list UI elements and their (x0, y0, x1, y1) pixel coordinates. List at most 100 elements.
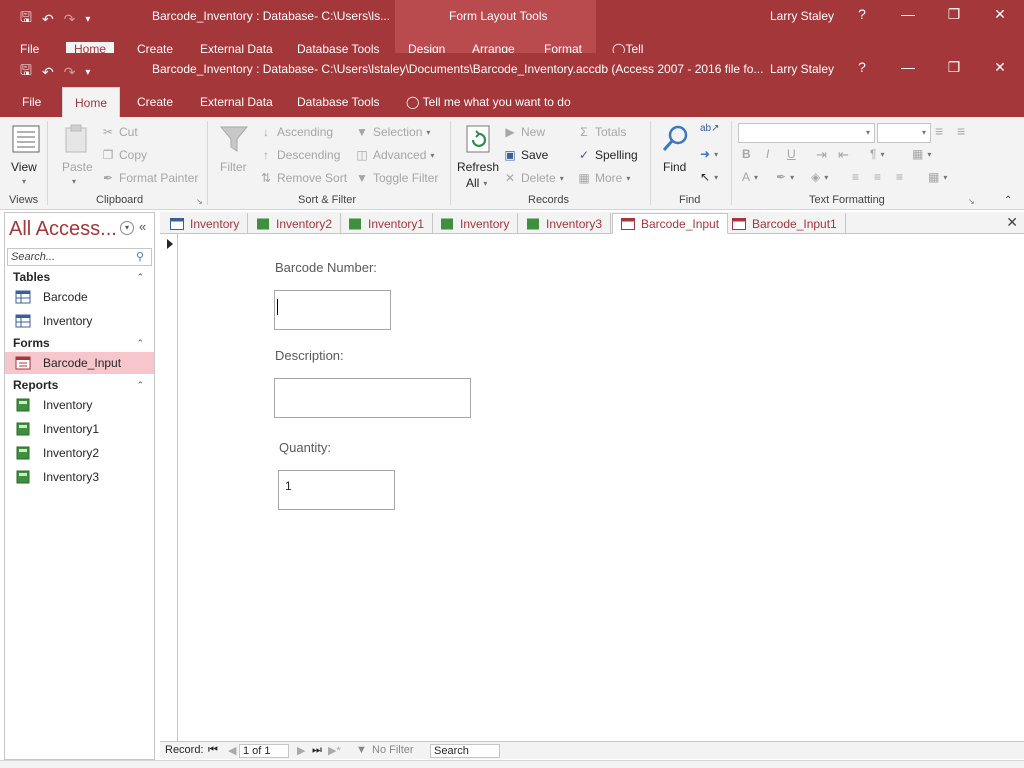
italic-button[interactable]: I (766, 147, 769, 161)
redo-icon[interactable]: ↷ (64, 11, 76, 28)
spelling-button[interactable]: ✓ Spelling (577, 148, 638, 162)
search-icon[interactable]: ⚲ (136, 250, 144, 263)
tell-me-box[interactable]: ◯ Tell me what you want to do (406, 95, 571, 109)
nav-item-form-barcode-input[interactable]: Barcode_Input (5, 352, 154, 374)
filter-button[interactable]: Filter (220, 160, 247, 174)
collapse-category-icon[interactable]: ⌃ (136, 272, 144, 283)
align-center-button[interactable]: ≡ (874, 170, 881, 184)
ascending-button[interactable]: ↓ Ascending (259, 125, 333, 139)
tab-dbtools-back[interactable]: Database Tools (297, 42, 380, 53)
user-name[interactable]: Larry Staley (770, 62, 834, 76)
tab-arrange-back[interactable]: Arrange (472, 42, 515, 53)
save-record-button[interactable]: ▣ Save (503, 148, 548, 162)
record-search-input[interactable]: Search (430, 744, 500, 758)
save-icon[interactable]: 🖫 (20, 7, 32, 31)
help-icon[interactable]: ? (852, 6, 872, 22)
new-record-button[interactable]: ▶ New (503, 125, 545, 139)
previous-record-icon[interactable]: ◀ (228, 744, 236, 757)
save-icon[interactable]: 🖫 (20, 60, 32, 84)
first-record-icon[interactable]: ⏮ (208, 744, 218, 757)
minimize-icon[interactable]: — (898, 59, 918, 75)
new-record-nav-icon[interactable]: ▶* (328, 744, 341, 757)
doc-tab-table-inventory[interactable]: Inventory (162, 213, 249, 234)
minimize-icon[interactable]: — (898, 6, 918, 22)
nav-search-input[interactable]: Search... (7, 248, 152, 266)
undo-icon[interactable]: ↶ (42, 11, 54, 28)
view-dropdown-icon[interactable]: ▾ (22, 177, 26, 186)
underline-button[interactable]: U (787, 147, 796, 161)
nav-item-report-inventory1[interactable]: Inventory1 (5, 418, 154, 440)
help-icon[interactable]: ? (852, 59, 872, 75)
doc-tab-report-inventory[interactable]: Inventory (432, 213, 519, 234)
tab-create-back[interactable]: Create (137, 42, 173, 53)
tab-database-tools[interactable]: Database Tools (297, 95, 380, 109)
shutter-bar-icon[interactable]: « (139, 219, 146, 234)
nav-pane-header[interactable]: All Access... (9, 218, 117, 241)
tab-home[interactable]: Home (62, 87, 121, 117)
toggle-filter-button[interactable]: ▼ Toggle Filter (355, 171, 438, 185)
nav-item-table-barcode[interactable]: Barcode (5, 286, 154, 308)
collapse-category-icon[interactable]: ⌃ (136, 380, 144, 391)
nav-item-report-inventory3[interactable]: Inventory3 (5, 466, 154, 488)
undo-icon[interactable]: ↶ (42, 64, 54, 81)
gridlines-button[interactable]: ▦ ▾ (912, 147, 931, 161)
tab-external-data[interactable]: External Data (200, 95, 273, 109)
doc-tab-report-inventory1[interactable]: Inventory1 (340, 213, 434, 234)
bold-button[interactable]: B (742, 147, 751, 161)
restore-icon[interactable]: ❐ (944, 6, 964, 23)
view-button[interactable]: View (11, 160, 37, 174)
description-input[interactable] (274, 378, 471, 418)
numbering-button[interactable]: ≡ (957, 123, 965, 139)
tab-external-back[interactable]: External Data (200, 42, 273, 53)
copy-button[interactable]: ❐ Copy (101, 148, 147, 162)
nav-menu-chevron-icon[interactable]: ▾ (120, 221, 134, 235)
close-icon[interactable]: ✕ (990, 59, 1010, 76)
align-right-button[interactable]: ≡ (896, 170, 903, 184)
next-record-icon[interactable]: ▶ (297, 744, 305, 757)
doc-tab-form-barcode-input[interactable]: Barcode_Input (612, 213, 729, 234)
highlight-button[interactable]: ✒ ▾ (776, 170, 794, 184)
redo-icon[interactable]: ↷ (64, 64, 76, 81)
tab-create[interactable]: Create (137, 95, 173, 109)
paste-button[interactable]: Paste (62, 160, 93, 174)
font-size-combo[interactable]: ▾ (877, 123, 931, 143)
filter-status[interactable]: No Filter (372, 744, 414, 756)
replace-button[interactable]: ab↗ (700, 123, 720, 134)
quantity-input[interactable]: 1 (278, 470, 395, 510)
close-document-icon[interactable]: ✕ (1006, 214, 1018, 231)
bullets-button[interactable]: ≡ (935, 123, 943, 139)
cut-button[interactable]: ✂ Cut (101, 125, 138, 139)
format-painter-button[interactable]: ✒ Format Painter (101, 171, 198, 185)
customize-qat-icon[interactable]: ▾ (85, 67, 90, 78)
go-to-button[interactable]: ➜ ▾ (700, 147, 718, 161)
doc-tab-form-barcode-input1[interactable]: Barcode_Input1 (724, 213, 846, 234)
tab-home-back[interactable]: Home (66, 42, 115, 53)
remove-sort-button[interactable]: ⇅ Remove Sort (259, 171, 347, 185)
paragraph-direction-button[interactable]: ¶ ▾ (870, 147, 884, 161)
delete-record-button[interactable]: ✕ Delete ▾ (503, 171, 564, 185)
nav-item-report-inventory2[interactable]: Inventory2 (5, 442, 154, 464)
paste-dropdown-icon[interactable]: ▾ (72, 177, 76, 186)
totals-button[interactable]: Σ Totals (577, 125, 626, 139)
doc-tab-report-inventory2[interactable]: Inventory2 (248, 213, 342, 234)
nav-item-table-inventory[interactable]: Inventory (5, 310, 154, 332)
last-record-icon[interactable]: ⏭ (312, 744, 322, 757)
refresh-button[interactable]: Refresh (457, 160, 499, 174)
tab-design-back[interactable]: Design (408, 42, 445, 53)
alternate-row-color-button[interactable]: ▦ ▾ (928, 170, 947, 184)
font-name-combo[interactable]: ▾ (738, 123, 875, 143)
barcode-number-input[interactable] (274, 290, 391, 330)
find-button[interactable]: Find (663, 160, 686, 174)
doc-tab-report-inventory3[interactable]: Inventory3 (518, 213, 612, 234)
increase-indent-button[interactable]: ⇥ (816, 147, 827, 163)
tab-file[interactable]: File (22, 95, 41, 109)
collapse-category-icon[interactable]: ⌃ (136, 338, 144, 349)
more-button[interactable]: ▦ More ▾ (577, 171, 630, 185)
nav-item-report-inventory[interactable]: Inventory (5, 394, 154, 416)
font-color-button[interactable]: A ▾ (742, 170, 758, 184)
restore-icon[interactable]: ❐ (944, 59, 964, 76)
tab-file-back[interactable]: File (20, 42, 39, 53)
collapse-ribbon-icon[interactable]: ⌃ (1004, 195, 1012, 206)
user-name[interactable]: Larry Staley (770, 9, 834, 23)
align-left-button[interactable]: ≡ (852, 170, 859, 184)
